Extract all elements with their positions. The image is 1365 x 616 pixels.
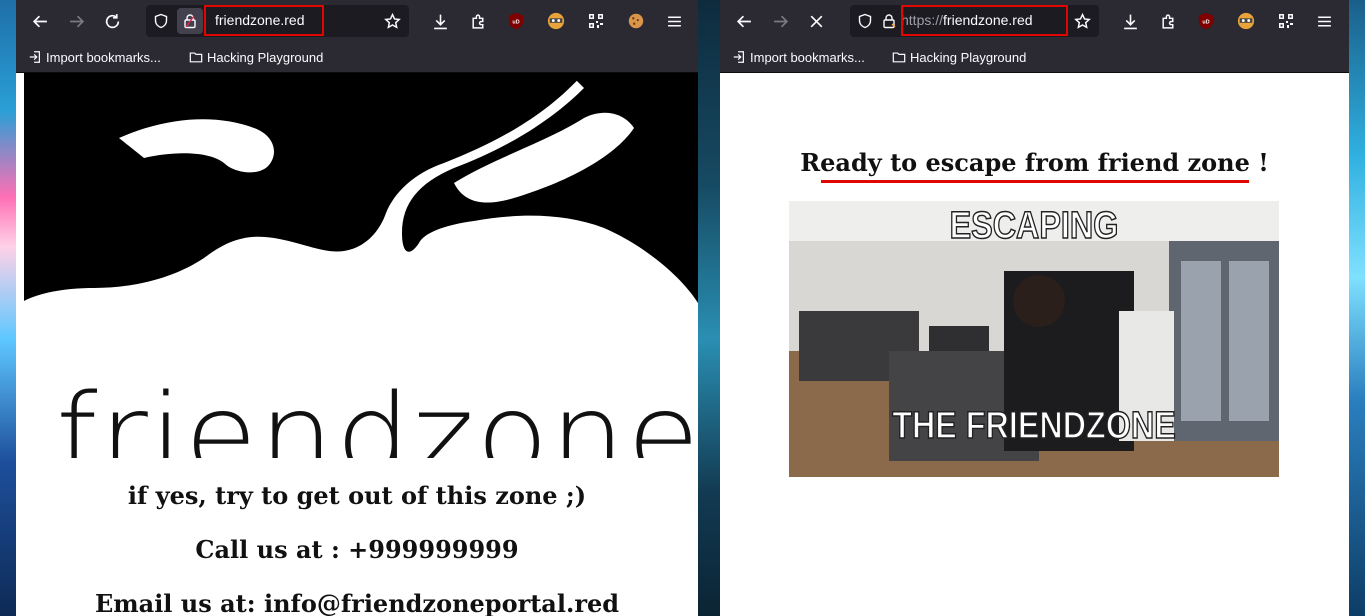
email-text: Email us at: info@friendzoneportal.red [94,589,620,616]
bookmark-import-label: Import bookmarks... [750,49,865,65]
page-heading: Ready to escape from friend zone ! [800,148,1269,177]
bookmarks-toolbar: Import bookmarks... Hacking Playground [16,42,698,73]
privacy-badger-icon[interactable] [546,11,566,31]
privacy-badger-icon[interactable] [1236,11,1256,31]
reload-icon[interactable] [100,9,124,33]
nav-toolbar: https://friendzone.red uD [720,0,1349,42]
shield-icon[interactable] [152,12,170,30]
shield-icon[interactable] [856,12,874,30]
lock-icon[interactable] [177,8,203,34]
escaping-friendzone-gif: ESCAPING THE FRIENDZONE [789,201,1279,477]
ublock-icon[interactable]: uD [506,11,526,31]
bookmark-folder-hacking[interactable]: Hacking Playground [892,48,1026,66]
desktop-wallpaper-left [0,0,16,616]
menu-icon[interactable] [662,9,686,33]
cookie-icon[interactable] [626,11,646,31]
brand-logo-text: friendzone [56,371,698,458]
star-icon[interactable] [380,9,404,33]
menu-icon[interactable] [1312,9,1336,33]
folder-icon [189,52,203,63]
bookmark-import-label: Import bookmarks... [46,49,161,65]
svg-text:uD: uD [1202,20,1209,26]
desktop-wallpaper-middle [698,0,720,616]
bookmark-folder-label: Hacking Playground [910,49,1027,65]
heading-underline-highlight [821,180,1249,183]
lock-icon[interactable] [880,12,898,30]
bookmark-import[interactable]: Import bookmarks... [732,48,865,66]
friendzone-hero-image: friendzone [24,73,698,458]
download-icon[interactable] [428,9,452,33]
browser-window-left: friendzone.red uD Import bookmarks... Ha… [16,0,698,616]
bookmarks-toolbar: Import bookmarks... Hacking Playground [720,42,1349,73]
ublock-icon[interactable]: uD [1196,11,1216,31]
phone-text: Call us at : +999999999 [195,535,519,564]
tagline-text: if yes, try to get out of this zone ;) [127,481,587,510]
qr-icon[interactable] [586,11,606,31]
forward-icon[interactable] [768,9,792,33]
svg-text:uD: uD [512,20,519,26]
url-highlight-box [901,5,1068,36]
nav-toolbar: friendzone.red uD [16,0,698,42]
gif-caption-top: ESCAPING [949,204,1119,248]
folder-icon [892,52,906,63]
star-icon[interactable] [1070,9,1094,33]
bookmark-import[interactable]: Import bookmarks... [28,48,161,66]
url-highlight-box [204,5,324,36]
bookmark-folder-hacking[interactable]: Hacking Playground [189,48,323,66]
gif-caption-bottom: THE FRIENDZONE [892,404,1177,448]
browser-window-right: https://friendzone.red uD Import bookmar [720,0,1349,616]
extensions-icon[interactable] [466,9,490,33]
download-icon[interactable] [1118,9,1142,33]
back-icon[interactable] [732,9,756,33]
import-icon [733,51,744,63]
extensions-icon[interactable] [1156,9,1180,33]
bookmark-folder-label: Hacking Playground [207,49,324,65]
back-icon[interactable] [28,9,52,33]
qr-icon[interactable] [1276,11,1296,31]
forward-icon[interactable] [64,9,88,33]
desktop-wallpaper-right [1349,0,1365,616]
import-icon [29,51,40,63]
stop-icon[interactable] [804,9,828,33]
